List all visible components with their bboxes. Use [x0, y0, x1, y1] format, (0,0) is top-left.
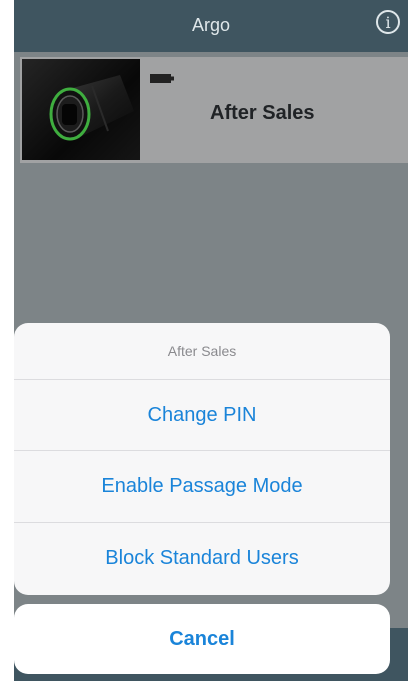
action-sheet-title: After Sales — [167, 343, 237, 359]
change-pin-button[interactable]: Change PIN — [14, 379, 390, 450]
cancel-button[interactable]: Cancel — [14, 604, 390, 674]
action-sheet: After Sales Change PIN Enable Passage Mo… — [14, 323, 390, 595]
device-list-item[interactable]: After Sales — [20, 57, 408, 163]
navigation-bar: Argo i — [14, 0, 408, 52]
device-image — [22, 59, 140, 160]
battery-icon — [150, 70, 174, 83]
enable-passage-mode-button[interactable]: Enable Passage Mode — [14, 450, 390, 521]
info-icon[interactable]: i — [376, 10, 400, 34]
block-standard-users-button[interactable]: Block Standard Users — [14, 522, 390, 593]
nav-title: Argo — [191, 15, 231, 35]
device-name: After Sales — [210, 102, 315, 124]
